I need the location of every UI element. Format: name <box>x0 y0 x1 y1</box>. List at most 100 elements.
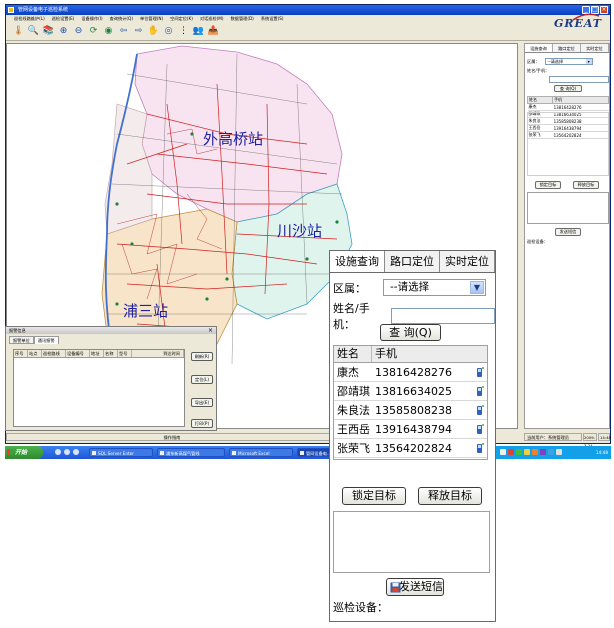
library-icon[interactable]: 📚 <box>42 25 55 38</box>
side-lock-button[interactable]: 锁定目标 <box>535 181 561 189</box>
tray-volume-icon[interactable] <box>548 449 554 455</box>
mobile-phone-icon[interactable] <box>476 442 484 454</box>
side-tab-junction[interactable]: 路口定位 <box>553 44 581 52</box>
table-row[interactable]: 王西岳 13916438794 <box>334 420 487 439</box>
col-name-header: 姓名 <box>334 346 372 362</box>
side-query-button[interactable]: 查 询(Q) <box>554 85 582 92</box>
close-button[interactable]: × <box>600 6 608 14</box>
tray-network-icon[interactable] <box>500 449 506 455</box>
mobile-phone-icon[interactable] <box>476 385 484 397</box>
alarm-dialog-titlebar[interactable]: 报警信息 × <box>6 327 216 334</box>
district-select[interactable]: --请选择 ▼ <box>383 279 486 296</box>
refresh-button[interactable]: 刷新(R) <box>191 352 213 361</box>
menu-item-route[interactable]: 巡检线路维护(L) <box>14 15 45 23</box>
side-district-select[interactable]: --请选择 ▾ <box>544 58 593 65</box>
alarm-tab-unit[interactable]: 报警单位 <box>9 336 34 344</box>
side-district-label: 区属： <box>527 58 540 64</box>
side-send-sms-button[interactable]: 发送短信 <box>555 228 581 236</box>
toolbar: 🌡 🔍 📚 ⊕ ⊖ ⟳ ◉ ⇦ ⇨ ✋ ◎ ⋮ 👥 📤 GREAT <box>6 13 610 41</box>
zoom-window-icon[interactable]: 🔍 <box>27 25 40 38</box>
tray-language-icon[interactable] <box>556 449 562 455</box>
mobile-phone-icon[interactable] <box>476 423 484 435</box>
alarm-col-no: 序号 <box>14 350 28 357</box>
status-bar: 操作指南 当前用户：系统管理员 2009-3-24 14:48 <box>6 431 611 448</box>
side-release-button[interactable]: 释放目标 <box>573 181 599 189</box>
task-excel[interactable]: Microsoft Excel <box>229 448 293 457</box>
menu-item-query[interactable]: 查询统计(Q) <box>110 15 133 23</box>
menu-item-device[interactable]: 设备操作(I) <box>81 15 102 23</box>
menu-item-locate[interactable]: 空间定位(K) <box>170 15 193 23</box>
globe-icon[interactable]: ◉ <box>102 25 115 38</box>
side-name-row: 姓名/手机： <box>525 66 609 75</box>
tray-qq-icon[interactable] <box>540 449 546 455</box>
task-inspection-system[interactable]: 管网设备电... <box>297 448 331 457</box>
send-sms-label: 发送短信 <box>399 580 443 593</box>
task-sql-server[interactable]: SQL Server Enter <box>89 448 153 457</box>
back-icon[interactable]: ⇦ <box>117 25 130 38</box>
menu-item-settings[interactable]: 巡检设置(E) <box>52 15 75 23</box>
refresh-icon[interactable]: ⟳ <box>87 25 100 38</box>
side-message-box[interactable] <box>527 192 609 224</box>
side-tab-realtime[interactable]: 实时定位 <box>581 44 609 52</box>
side-tab-facility[interactable]: 设施查询 <box>525 44 553 52</box>
tray-update-icon[interactable] <box>532 449 538 455</box>
start-button[interactable]: 开始 <box>5 446 43 459</box>
table-row[interactable]: 康杰 13816428276 <box>527 103 609 111</box>
district-row: 区属： --请选择 ▼ <box>333 279 486 296</box>
menu-item-system[interactable]: 系统设置(S) <box>261 15 284 23</box>
locate-button[interactable]: 定位(L) <box>191 375 213 384</box>
users-icon[interactable]: 👥 <box>192 25 205 38</box>
locate-icon[interactable]: ◎ <box>162 25 175 38</box>
lock-target-button[interactable]: 锁定目标 <box>342 487 406 505</box>
status-time: 14:48 <box>598 433 611 441</box>
tray-antivirus-icon[interactable] <box>508 449 514 455</box>
side-district-row: 区属： --请选择 ▾ <box>525 57 609 66</box>
menu-item-data[interactable]: 数据管理(D) <box>231 15 254 23</box>
task-label: Microsoft Excel <box>238 451 270 456</box>
query-button[interactable]: 查 询(Q) <box>380 324 441 341</box>
task-gas-pipeline[interactable]: 浦东新高煤气管线 <box>157 448 225 457</box>
send-sms-button[interactable]: 发送短信 <box>386 578 444 596</box>
quicklaunch-media-icon[interactable] <box>73 449 79 455</box>
forward-icon[interactable]: ⇨ <box>132 25 145 38</box>
zoom-in-icon[interactable]: ⊕ <box>57 25 70 38</box>
tab-facility-query[interactable]: 设施查询 <box>330 251 385 272</box>
chevron-down-icon[interactable]: ▾ <box>585 59 592 64</box>
thermometer-icon[interactable]: 🌡 <box>12 25 25 38</box>
side-table-area <box>527 112 609 176</box>
tray-input-icon[interactable] <box>524 449 530 455</box>
export-button[interactable]: 导出(E) <box>191 398 213 407</box>
alarm-grid[interactable]: 序号 站点 巡检路线 设备编号 地址 名称 型号 到达时间 <box>13 349 185 427</box>
side-name-input[interactable] <box>549 76 609 83</box>
mobile-phone-icon[interactable] <box>476 366 484 378</box>
table-row[interactable]: 张荣飞 13564202824 <box>334 439 487 458</box>
pan-icon[interactable]: ✋ <box>147 25 160 38</box>
export-icon[interactable]: 📤 <box>207 25 220 38</box>
sms-message-box[interactable] <box>333 511 490 573</box>
alarm-col-model: 型号 <box>118 350 132 357</box>
menu-item-dialog[interactable]: 对话巡检(M) <box>200 15 224 23</box>
windows-flag-icon <box>7 449 13 455</box>
close-icon[interactable]: × <box>208 327 213 334</box>
quicklaunch-desktop-icon[interactable] <box>64 449 70 455</box>
alarm-grid-header: 序号 站点 巡检路线 设备编号 地址 名称 型号 到达时间 <box>14 350 184 358</box>
mobile-phone-icon[interactable] <box>476 404 484 416</box>
title-bar[interactable]: 管网设备电子巡检系统 _ □ × <box>6 5 610 15</box>
alarm-tab-comm[interactable]: 通讯报警 <box>33 336 59 344</box>
quicklaunch-ie-icon[interactable] <box>55 449 61 455</box>
table-row[interactable]: 朱良法 13585808238 <box>334 401 487 420</box>
tray-sql-icon[interactable] <box>516 449 522 455</box>
table-row[interactable]: 邵靖琪 13816634025 <box>334 382 487 401</box>
print-button[interactable]: 打印(P) <box>191 419 213 428</box>
brand-logo: GREAT <box>553 17 602 30</box>
chevron-down-icon[interactable]: ▼ <box>470 281 484 294</box>
alarm-col-device-id: 设备编号 <box>66 350 90 357</box>
name-phone-input[interactable] <box>391 308 495 324</box>
start-label: 开始 <box>15 449 28 456</box>
menu-item-unit[interactable]: 单位管理(N) <box>140 15 163 23</box>
tab-junction-locate[interactable]: 路口定位 <box>385 251 440 272</box>
zoom-out-icon[interactable]: ⊖ <box>72 25 85 38</box>
tab-realtime-locate[interactable]: 实时定位 <box>440 251 495 272</box>
table-row[interactable]: 康杰 13816428276 <box>334 363 487 382</box>
release-target-button[interactable]: 释放目标 <box>418 487 482 505</box>
